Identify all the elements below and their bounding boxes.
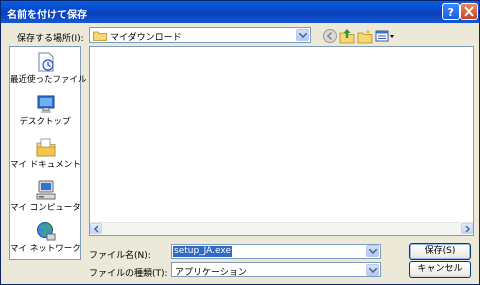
svg-text:?: ? <box>448 6 454 18</box>
my-documents-icon <box>36 138 56 157</box>
recent-documents-icon <box>38 52 54 72</box>
filename-dropdown-button[interactable] <box>366 245 379 257</box>
location-label: 保存する場所(I): <box>17 34 84 44</box>
filename-input[interactable]: setup_JA.exe <box>171 244 381 259</box>
filename-value: setup_JA.exe <box>173 246 232 257</box>
close-button[interactable] <box>460 3 478 20</box>
help-icon: ? <box>448 6 454 18</box>
filetype-select[interactable]: アプリケーション <box>171 262 381 278</box>
place-label: デスクトップ <box>19 117 71 127</box>
back-icon <box>323 29 337 43</box>
place-label: マイ ネットワーク <box>10 244 81 254</box>
chevron-down-icon <box>369 268 377 273</box>
location-value: マイダウンロード <box>110 33 182 43</box>
place-recent[interactable]: 最近使ったファイル <box>10 50 87 88</box>
help-button[interactable]: ? <box>442 3 460 20</box>
filetype-label: ファイルの種類(T): <box>89 269 168 279</box>
dialog-title: 名前を付けて保存 <box>7 10 87 21</box>
place-label: マイ コンピュータ <box>10 203 81 213</box>
place-my-documents[interactable]: マイ ドキュメント <box>10 135 81 173</box>
folder-icon <box>93 31 107 41</box>
save-button[interactable]: 保存(S) <box>409 243 471 260</box>
back-button[interactable] <box>322 28 338 44</box>
filetype-dropdown-button[interactable] <box>366 264 379 276</box>
location-combo[interactable]: マイダウンロード <box>89 27 311 43</box>
place-my-computer[interactable]: マイ コンピュータ <box>10 178 81 216</box>
chevron-left-icon <box>94 225 99 233</box>
scroll-left-button[interactable] <box>90 223 102 234</box>
title-bar[interactable]: 名前を付けて保存 ? <box>1 1 479 23</box>
save-as-dialog: 名前を付けて保存 ? 保存する場所(I): マイダウンロード 最近使ったファイル… <box>0 0 480 285</box>
horizontal-scrollbar[interactable] <box>90 222 473 235</box>
location-dropdown-button[interactable] <box>296 29 309 41</box>
filetype-value: アプリケーション <box>175 268 247 278</box>
my-computer-icon <box>36 180 56 200</box>
view-menu-button[interactable] <box>375 28 395 44</box>
scroll-right-button[interactable] <box>461 223 473 234</box>
view-menu-icon <box>375 30 394 42</box>
places-bar: 最近使ったファイル デスクトップ マイ ドキュメント マイ コンピュータ マイ … <box>9 46 87 260</box>
place-my-network[interactable]: マイ ネットワーク <box>10 219 81 257</box>
chevron-right-icon <box>465 225 470 233</box>
filename-label: ファイル名(N): <box>89 251 151 261</box>
desktop-icon <box>37 95 55 113</box>
network-places-icon <box>37 222 56 241</box>
new-folder-icon <box>357 29 373 44</box>
up-folder-icon <box>339 29 355 44</box>
close-icon <box>464 6 474 17</box>
chevron-down-icon <box>299 33 307 38</box>
place-label: 最近使ったファイル <box>10 75 87 85</box>
cancel-button[interactable]: キャンセル <box>409 261 471 278</box>
file-list[interactable] <box>89 46 474 236</box>
place-label: マイ ドキュメント <box>10 160 81 170</box>
chevron-down-icon <box>369 249 377 254</box>
place-desktop[interactable]: デスクトップ <box>10 92 80 130</box>
up-folder-button[interactable] <box>339 28 355 44</box>
new-folder-button[interactable] <box>357 28 373 44</box>
